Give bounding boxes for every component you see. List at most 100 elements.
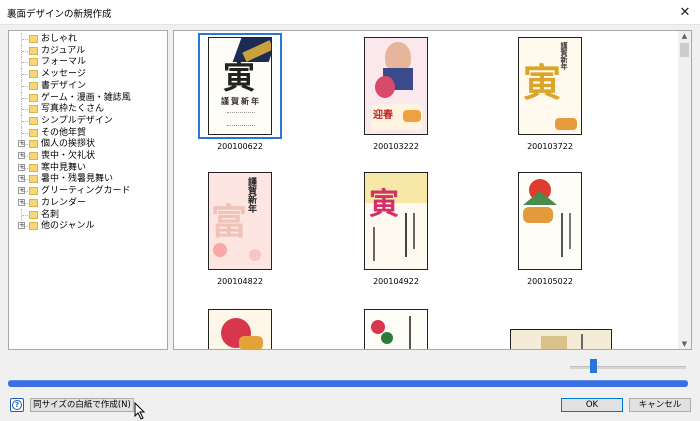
window-title: 裏面デザインの新規作成 <box>7 9 112 20</box>
scroll-down-icon[interactable]: ▼ <box>678 340 691 348</box>
tree-connector <box>22 109 28 111</box>
folder-icon <box>29 128 38 137</box>
tree-connector <box>22 202 28 204</box>
help-icon: ? <box>12 400 22 410</box>
folder-icon <box>29 105 38 114</box>
zoom-slider-track[interactable] <box>570 366 686 369</box>
tree-item[interactable]: + 個人の挨拶状 <box>9 138 167 150</box>
tree-item[interactable]: 書デザイン <box>9 79 167 92</box>
folder-icon <box>29 116 38 125</box>
card-kanji: 富 <box>211 201 248 243</box>
tree-item-label: おしゃれ <box>41 34 78 44</box>
category-tree[interactable]: おしゃれ カジュアル フォーマル メッセージ 書デザイン ゲーム・漫画・雑誌風 写真枠たくさ… <box>8 30 168 350</box>
tree-item[interactable]: おしゃれ <box>9 33 167 45</box>
tree-item-label: カジュアル <box>41 45 86 56</box>
tile-caption: 200104822 <box>217 277 263 286</box>
folder-icon <box>29 198 38 207</box>
tree-item-label: 名刺 <box>41 209 60 220</box>
cancel-button[interactable]: キャンセル <box>629 398 691 412</box>
folder-icon <box>29 152 38 160</box>
tree-connector <box>22 144 28 146</box>
design-thumbnail <box>518 172 582 270</box>
folder-icon <box>29 187 38 196</box>
tree-item[interactable]: カジュアル <box>9 44 167 57</box>
tree-item[interactable]: シンプルデザイン <box>9 114 167 127</box>
tree-item[interactable]: + 寒中見舞い <box>9 162 167 174</box>
folder-icon <box>29 46 38 55</box>
tile-caption: 200103722 <box>527 142 573 151</box>
tree-item[interactable]: + 暑中・残暑見舞い <box>9 173 167 185</box>
title-bar: 裏面デザインの新規作成 ✕ <box>0 0 700 25</box>
tree-item[interactable]: 名刺 <box>9 208 167 221</box>
mouse-cursor-icon <box>134 402 146 420</box>
design-thumbnail: 寅 謹賀新年 <box>518 37 582 135</box>
tree-item-label: 寒中見舞い <box>41 162 87 173</box>
design-thumbnail: 寅 謹賀新年 <box>208 37 272 135</box>
card-greeting: 謹賀新年 <box>560 42 569 70</box>
tree-item-label: 写真枠たくさん <box>41 104 105 115</box>
tree-connector <box>22 167 28 169</box>
folder-icon <box>29 175 38 184</box>
tree-item[interactable]: メッセージ <box>9 68 167 81</box>
tree-connector <box>22 214 28 216</box>
card-kanji: 寅 <box>369 187 399 222</box>
design-thumbnail: 富 謹賀新年 <box>208 172 272 270</box>
tree-connector <box>22 39 28 40</box>
design-thumbnail <box>208 309 272 349</box>
create-blank-button[interactable]: 同サイズの白紙で作成(N) <box>30 398 134 412</box>
tree-item[interactable]: + カレンダー <box>9 197 167 209</box>
folder-icon <box>29 222 38 231</box>
folder-icon <box>29 70 38 79</box>
tree-item-label: ゲーム・漫画・雑誌風 <box>41 92 131 103</box>
progress-bar <box>8 380 688 387</box>
tree-connector <box>22 50 28 52</box>
zoom-slider-thumb[interactable] <box>590 359 598 373</box>
scroll-thumb[interactable] <box>680 43 689 57</box>
tree-connector <box>22 97 28 99</box>
tree-item[interactable]: フォーマル <box>9 56 167 69</box>
card-greeting: 迎春 <box>373 110 393 121</box>
close-icon[interactable]: ✕ <box>670 0 700 24</box>
tree-item-label: 喪中・欠礼状 <box>41 151 96 161</box>
help-button[interactable]: ? <box>10 398 24 412</box>
design-thumbnail: 迎春 <box>364 37 428 135</box>
tree-item[interactable]: 写真枠たくさん <box>9 103 167 116</box>
tile-caption: 200100622 <box>217 142 263 151</box>
tree-item-label: 暑中・残暑見舞い <box>41 174 114 185</box>
folder-icon <box>29 58 38 67</box>
folder-icon <box>29 163 38 172</box>
tree-item-label: カレンダー <box>41 197 87 208</box>
design-thumbnail <box>510 329 612 349</box>
tree-item-label: 個人の挨拶状 <box>41 139 96 150</box>
scroll-up-icon[interactable]: ▲ <box>678 32 691 40</box>
tree-connector <box>22 120 28 122</box>
tree-item-label: フォーマル <box>41 57 87 68</box>
tree-item-label: メッセージ <box>41 69 86 80</box>
tree-item-label: 書デザイン <box>41 80 87 91</box>
tree-item[interactable]: その他年賀 <box>9 126 167 139</box>
folder-icon <box>29 93 38 102</box>
design-gallery[interactable]: 寅 謹賀新年 200100622 迎春 200103222 寅 謹賀新年 200… <box>173 30 692 350</box>
folder-icon <box>29 81 38 90</box>
gallery-scrollbar[interactable]: ▲ ▼ <box>678 31 691 349</box>
folder-icon <box>29 140 38 149</box>
folder-icon <box>29 210 38 219</box>
card-greeting: 謹賀新年 <box>246 177 256 213</box>
tree-item[interactable]: + グリーティングカード <box>9 185 167 197</box>
design-thumbnail <box>364 309 428 349</box>
tree-connector <box>22 191 28 193</box>
tree-connector <box>22 132 28 134</box>
tree-connector <box>22 156 28 157</box>
ok-button[interactable]: OK <box>561 398 623 412</box>
tree-item-label: 他のジャンル <box>41 221 95 232</box>
tree-connector <box>22 226 28 228</box>
card-kanji: 寅 <box>523 60 562 105</box>
card-kanji: 寅 <box>223 58 256 96</box>
tree-item-label: グリーティングカード <box>41 186 131 197</box>
tree-item[interactable]: ゲーム・漫画・雑誌風 <box>9 91 167 104</box>
card-greeting: 謹賀新年 <box>221 96 261 106</box>
tree-item[interactable]: + 喪中・欠礼状 <box>9 150 167 162</box>
tree-connector <box>22 62 28 64</box>
tree-connector <box>22 179 28 181</box>
tree-item[interactable]: + 他のジャンル <box>9 220 167 232</box>
